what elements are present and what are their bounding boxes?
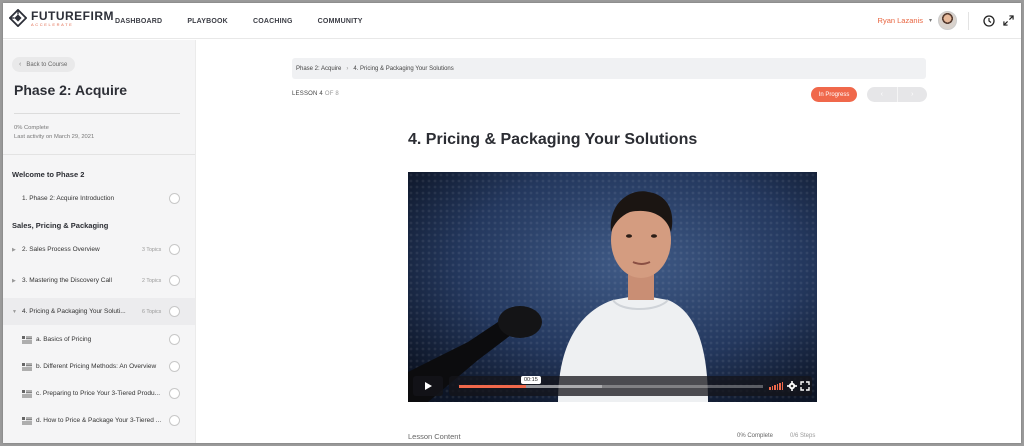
document-icon xyxy=(22,335,32,343)
course-progress: 0% Complete Last activity on March 29, 2… xyxy=(14,124,94,142)
user-name[interactable]: Ryan Lazanis xyxy=(878,16,923,25)
topic-item[interactable]: b. Different Pricing Methods: An Overvie… xyxy=(3,353,195,380)
avatar[interactable] xyxy=(938,11,957,30)
lesson-content-steps: 0/6 Steps xyxy=(790,433,816,439)
expand-icon[interactable] xyxy=(1002,14,1015,27)
toolbar-divider xyxy=(968,12,969,30)
page-title: 4. Pricing & Packaging Your Solutions xyxy=(408,131,698,148)
video-player[interactable]: 00:15 xyxy=(408,172,817,402)
lesson-item-active[interactable]: ▼ 4. Pricing & Packaging Your Soluti... … xyxy=(3,298,195,325)
logo-mark-icon xyxy=(9,9,27,27)
video-scrubber[interactable]: 00:15 xyxy=(459,376,763,388)
topic-item[interactable]: a. Basics of Pricing xyxy=(3,326,195,353)
breadcrumb-current: 4. Pricing & Packaging Your Solutions xyxy=(353,65,454,72)
lesson-main: Phase 2: Acquire › 4. Pricing & Packagin… xyxy=(197,40,1021,443)
topic-status-circle xyxy=(169,334,180,345)
breadcrumb-parent[interactable]: Phase 2: Acquire xyxy=(296,66,341,72)
next-lesson-button[interactable]: › xyxy=(898,87,928,102)
lesson-status-circle xyxy=(169,306,180,317)
caret-right-icon[interactable]: ▶ xyxy=(12,247,16,253)
play-button[interactable] xyxy=(413,376,443,396)
lesson-status-circle xyxy=(169,244,180,255)
topics-count: 6 Topics xyxy=(142,308,162,315)
topics-count: 3 Topics xyxy=(142,246,162,253)
breadcrumb-separator: › xyxy=(346,65,349,72)
lesson-total: OF 8 xyxy=(324,91,339,97)
back-to-course-button[interactable]: ‹ Back to Course xyxy=(12,57,76,72)
chevron-left-icon: ‹ xyxy=(19,61,22,68)
played-bar xyxy=(459,385,526,388)
lesson-content-heading: Lesson Content xyxy=(408,432,461,441)
caret-down-icon[interactable]: ▼ xyxy=(12,309,17,315)
document-icon xyxy=(22,389,32,397)
divider xyxy=(14,113,180,114)
video-control-bar: 00:15 xyxy=(449,376,812,396)
prev-lesson-button[interactable]: ‹ xyxy=(867,87,898,102)
lesson-status-circle xyxy=(169,193,180,204)
breadcrumb: Phase 2: Acquire › 4. Pricing & Packagin… xyxy=(292,58,926,79)
topic-status-circle xyxy=(169,415,180,426)
course-sidebar: ‹ Back to Course Phase 2: Acquire 0% Com… xyxy=(3,40,196,443)
nav-playbook[interactable]: PLAYBOOK xyxy=(187,18,228,25)
lesson-counter: LESSON 4 OF 8 xyxy=(292,91,339,97)
lesson-item[interactable]: ▶ 2. Sales Process Overview 3 Topics xyxy=(3,236,195,263)
course-title: Phase 2: Acquire xyxy=(14,82,128,98)
back-to-course-label: Back to Course xyxy=(26,61,68,68)
topic-label: a. Basics of Pricing xyxy=(36,336,92,343)
nav-dashboard[interactable]: DASHBOARD xyxy=(115,18,162,25)
lesson-label: 4. Pricing & Packaging Your Soluti... xyxy=(22,308,126,315)
topic-label: b. Different Pricing Methods: An Overvie… xyxy=(36,363,157,370)
video-controls: 00:15 xyxy=(413,376,812,396)
topic-item[interactable]: c. Preparing to Price Your 3-Tiered Prod… xyxy=(3,380,195,407)
brand-tagline: ACCELERATE xyxy=(31,21,74,27)
progress-percent: 0% Complete xyxy=(14,125,49,131)
video-frame xyxy=(408,172,817,402)
topic-status-circle xyxy=(169,388,180,399)
lesson-label: 1. Phase 2: Acquire Introduction xyxy=(22,195,115,202)
topic-item[interactable]: d. How to Price & Package Your 3-Tiered … xyxy=(3,407,195,434)
document-icon xyxy=(22,416,32,424)
lesson-item[interactable]: ▶ 3. Mastering the Discovery Call 2 Topi… xyxy=(3,267,195,294)
lesson-content-complete: 0% Complete xyxy=(737,433,774,439)
document-icon xyxy=(22,362,32,370)
brand-logo[interactable]: FUTUREFIRM ACCELERATE xyxy=(9,9,114,27)
current-time: 00:15 xyxy=(521,376,541,384)
app-window: FUTUREFIRM ACCELERATE DASHBOARD PLAYBOOK… xyxy=(3,3,1021,443)
gear-icon[interactable] xyxy=(787,381,797,391)
top-navbar: FUTUREFIRM ACCELERATE DASHBOARD PLAYBOOK… xyxy=(3,3,1021,39)
status-badge: In Progress xyxy=(811,87,857,102)
clock-icon[interactable] xyxy=(982,14,995,27)
divider xyxy=(3,154,195,155)
volume-icon[interactable] xyxy=(769,382,783,390)
lesson-item[interactable]: 1. Phase 2: Acquire Introduction xyxy=(3,185,195,212)
section-heading: Sales, Pricing & Packaging xyxy=(12,221,109,230)
nav-coaching[interactable]: COACHING xyxy=(253,18,293,25)
nav-community[interactable]: COMMUNITY xyxy=(318,18,363,25)
last-activity: Last activity on March 29, 2021 xyxy=(14,133,95,140)
lesson-pager: ‹ › xyxy=(867,87,927,102)
topics-count: 2 Topics xyxy=(142,277,162,284)
caret-right-icon[interactable]: ▶ xyxy=(12,278,16,284)
main-nav: DASHBOARD PLAYBOOK COACHING COMMUNITY xyxy=(115,3,388,39)
brand-name: FUTUREFIRM xyxy=(31,8,114,23)
lesson-label: 3. Mastering the Discovery Call xyxy=(22,277,112,284)
section-heading: Welcome to Phase 2 xyxy=(12,170,85,179)
topic-label: d. How to Price & Package Your 3-Tiered … xyxy=(36,417,162,424)
user-menu[interactable]: Ryan Lazanis ▾ xyxy=(878,11,957,30)
lesson-label: 2. Sales Process Overview xyxy=(22,246,100,253)
fullscreen-icon[interactable] xyxy=(800,381,810,391)
lesson-number: LESSON 4 xyxy=(292,91,323,97)
topic-status-circle xyxy=(169,361,180,372)
play-icon xyxy=(425,382,432,390)
chevron-down-icon[interactable]: ▾ xyxy=(929,17,932,24)
topic-label: c. Preparing to Price Your 3-Tiered Prod… xyxy=(36,390,161,397)
lesson-status-circle xyxy=(169,275,180,286)
